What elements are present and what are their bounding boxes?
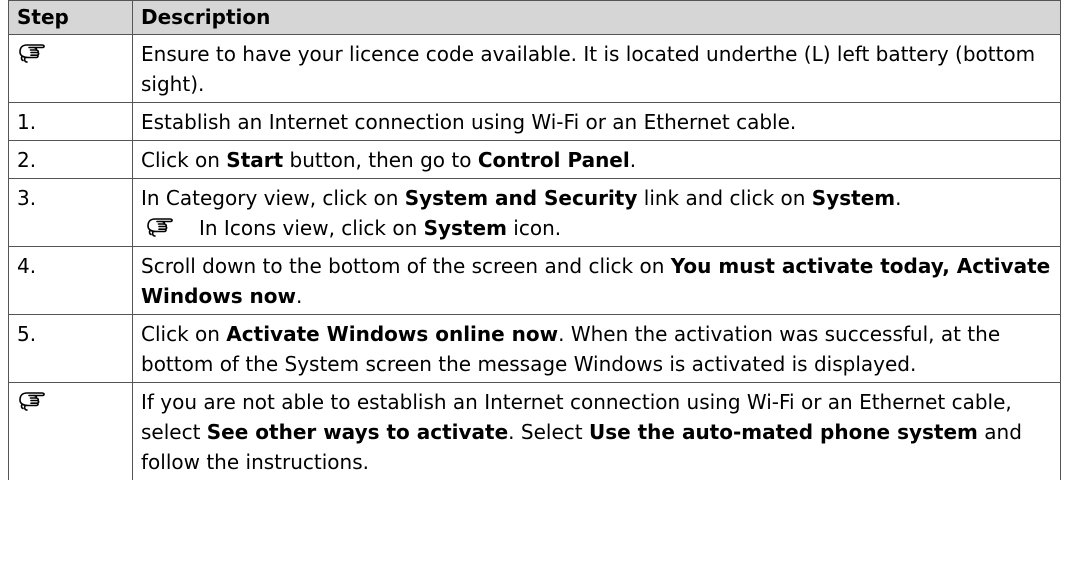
table-header-row: Step Description: [8, 0, 1061, 35]
ui-term: System and Security: [404, 186, 638, 210]
table-row: 2. Click on Start button, then go to Con…: [8, 140, 1061, 179]
sub-note: In Icons view, click on System icon.: [141, 213, 1052, 243]
ui-term: Start: [226, 148, 284, 172]
ui-term: Activate Windows online now: [226, 322, 559, 346]
ui-term: Use the auto-mated phone system: [588, 420, 978, 444]
ui-term: System: [811, 186, 896, 210]
pointing-hand-icon: [17, 39, 53, 65]
table-row: 1. Establish an Internet connection usin…: [8, 102, 1061, 141]
description-cell: Scroll down to the bottom of the screen …: [132, 246, 1061, 315]
ui-term: See other ways to activate: [206, 420, 509, 444]
pointing-hand-icon: [145, 213, 181, 239]
table-row: 3. In Category view, click on System and…: [8, 178, 1061, 247]
step-column-header: Step: [8, 0, 133, 35]
description-cell: Click on Start button, then go to Contro…: [132, 140, 1061, 179]
step-cell: 1.: [8, 102, 133, 141]
description-column-header: Description: [132, 0, 1061, 35]
description-cell: Ensure to have your licence code availab…: [132, 34, 1061, 103]
step-cell: 2.: [8, 140, 133, 179]
instruction-table: Step Description Ensure to have your lic…: [8, 0, 1061, 480]
step-cell: 4.: [8, 246, 133, 315]
description-cell: In Category view, click on System and Se…: [132, 178, 1061, 247]
pointing-hand-icon: [17, 387, 53, 413]
table-row: Ensure to have your licence code availab…: [8, 34, 1061, 103]
table-row: 4. Scroll down to the bottom of the scre…: [8, 246, 1061, 315]
step-cell: 3.: [8, 178, 133, 247]
ui-term: System: [423, 216, 507, 240]
table-row: If you are not able to establish an Inte…: [8, 382, 1061, 480]
description-cell: Establish an Internet connection using W…: [132, 102, 1061, 141]
table-row: 5. Click on Activate Windows online now.…: [8, 314, 1061, 383]
document-page: Step Description Ensure to have your lic…: [0, 0, 1076, 574]
ui-term: Control Panel: [477, 148, 630, 172]
description-cell: If you are not able to establish an Inte…: [132, 382, 1061, 480]
step-cell: [8, 34, 133, 103]
step-cell: 5.: [8, 314, 133, 383]
step-cell: [8, 382, 133, 480]
description-cell: Click on Activate Windows online now. Wh…: [132, 314, 1061, 383]
